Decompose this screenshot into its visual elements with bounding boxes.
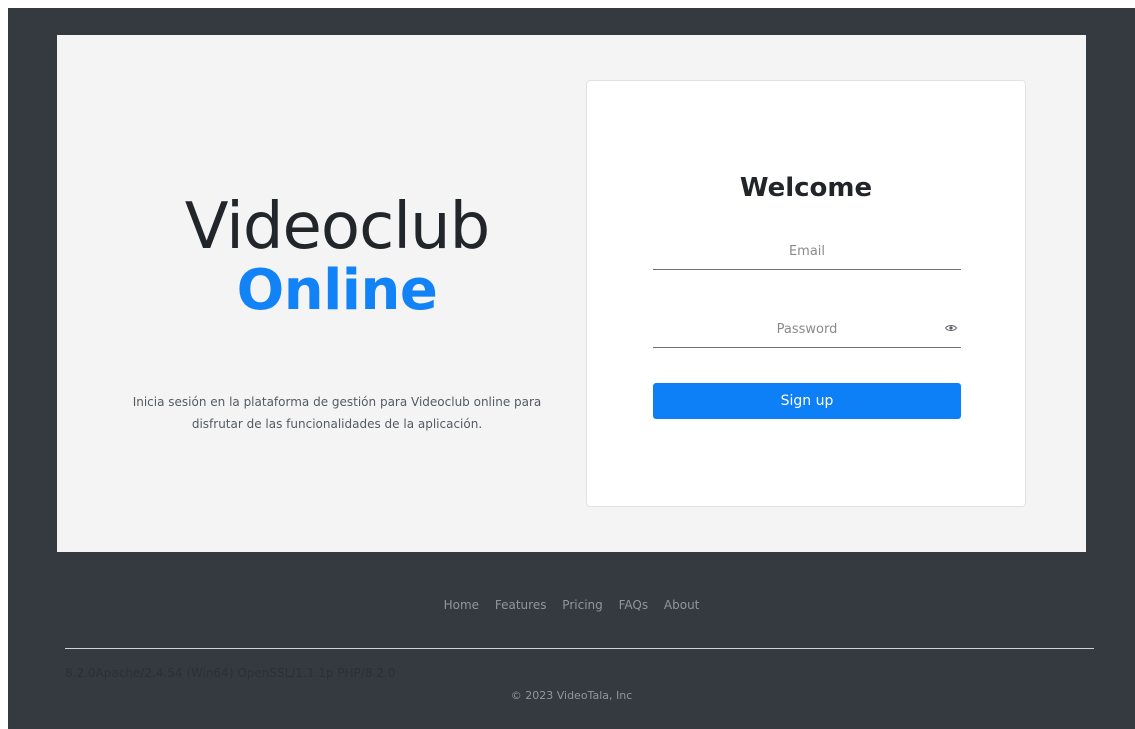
tagline-line-1: Inicia sesión en la plataforma de gestió…: [132, 395, 542, 409]
brand-title: Videoclub: [184, 190, 490, 264]
tagline-line-2: disfrutar de las funcionalidades de la a…: [191, 417, 483, 431]
password-field-wrapper: [653, 311, 961, 348]
footer-link-pricing[interactable]: Pricing: [562, 598, 602, 612]
login-card: Welcome Sign up: [586, 80, 1026, 507]
email-field[interactable]: [653, 233, 961, 269]
footer-link-features[interactable]: Features: [495, 598, 547, 612]
brand-subtitle: Online: [236, 258, 438, 323]
password-field[interactable]: [653, 311, 961, 347]
footer-link-faqs[interactable]: FAQs: [619, 598, 649, 612]
footer-link-about[interactable]: About: [664, 598, 699, 612]
hero-panel: Videoclub Online Inicia sesión en la pla…: [57, 35, 1086, 552]
footer-nav: Home Features Pricing FAQs About: [0, 598, 1135, 612]
copyright-text: © 2023 VideoTala, Inc: [510, 689, 633, 702]
email-field-wrapper: [653, 233, 961, 270]
footer-link-home[interactable]: Home: [444, 598, 479, 612]
eye-icon[interactable]: [945, 323, 957, 333]
tagline: Inicia sesión en la plataforma de gestió…: [97, 391, 577, 435]
server-info: 8.2.0Apache/2.4.54 (Win64) OpenSSL/1.1.1…: [65, 666, 396, 680]
sign-up-button[interactable]: Sign up: [653, 383, 961, 419]
login-title: Welcome: [739, 173, 873, 203]
footer-divider: [65, 648, 1094, 649]
brand-logo: Videoclub Online: [57, 195, 617, 319]
